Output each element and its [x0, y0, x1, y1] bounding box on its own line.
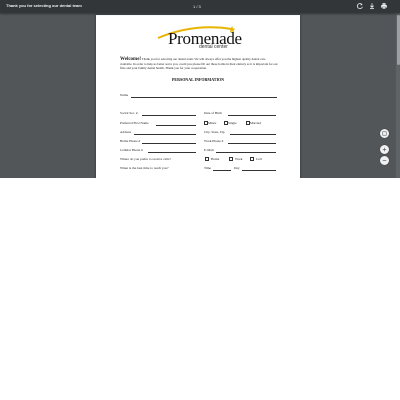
call-cell-checkbox[interactable] — [250, 157, 254, 161]
scrollbar-thumb[interactable] — [396, 15, 400, 65]
dob-field[interactable] — [228, 115, 276, 116]
zoom-in-button[interactable] — [380, 145, 389, 154]
married-label: Married — [250, 121, 261, 125]
welcome-text: Thank you for selecting our dental team.… — [120, 57, 278, 70]
scrollbar[interactable] — [396, 13, 400, 178]
fit-page-icon — [382, 131, 387, 136]
call-home-label: Home — [211, 157, 220, 161]
best-time-label: When is the best time to reach you? — [120, 166, 169, 170]
minor-label: Minor — [208, 121, 217, 125]
call-cell-label: Cell — [256, 157, 262, 161]
cell-phone-field[interactable] — [148, 152, 196, 153]
rotate-icon[interactable] — [356, 2, 364, 10]
prefer-call-label: Where do you prefer to receive calls? — [120, 157, 171, 161]
zoom-out-icon — [382, 160, 387, 161]
time-label: Time — [204, 166, 212, 170]
day-label: Day — [234, 166, 240, 170]
preferred-name-field[interactable] — [156, 125, 196, 126]
dob-label: Date of Birth — [204, 111, 222, 115]
zoom-out-button[interactable] — [380, 156, 389, 165]
city-state-zip-label: City, State, Zip — [204, 130, 225, 134]
call-work-label: Work — [235, 157, 243, 161]
single-checkbox[interactable] — [224, 121, 228, 125]
email-field[interactable] — [216, 152, 276, 153]
work-phone-label: Work Phone # — [204, 139, 224, 143]
practice-logo: Promenade dental center — [152, 25, 242, 51]
call-home-checkbox[interactable] — [205, 157, 209, 161]
day-field[interactable] — [242, 170, 276, 171]
download-icon[interactable] — [368, 2, 376, 10]
email-label: E-Mail — [204, 148, 214, 152]
work-phone-field[interactable] — [228, 143, 276, 144]
zoom-in-icon — [382, 147, 387, 152]
document-title: Thank you for selecting our dental team — [6, 3, 82, 8]
city-state-zip-field[interactable] — [230, 134, 276, 135]
single-label: Single — [228, 121, 237, 125]
name-label: Name — [120, 93, 129, 97]
pdf-viewer: Thank you for selecting our dental team … — [0, 0, 400, 178]
name-field[interactable] — [131, 97, 277, 98]
print-icon[interactable] — [380, 2, 388, 10]
home-phone-label: Home Phone # — [120, 139, 141, 143]
pdf-page: Promenade dental center Welcome! Thank y… — [96, 15, 300, 178]
section-title: PERSONAL INFORMATION — [171, 77, 225, 82]
preferred-name-label: Preferred First Name — [120, 121, 149, 125]
time-field[interactable] — [213, 170, 231, 171]
address-label: Address — [120, 130, 132, 134]
call-work-checkbox[interactable] — [229, 157, 233, 161]
fit-page-button[interactable] — [380, 129, 389, 138]
cell-phone-label: Cellular Phone # — [120, 148, 143, 152]
page-indicator[interactable]: 1 / 3 — [193, 4, 201, 9]
ssn-label: Social Sec. # — [120, 111, 138, 115]
welcome-paragraph: Welcome! Thank you for selecting our den… — [120, 57, 278, 70]
ssn-field[interactable] — [142, 115, 196, 116]
address-field[interactable] — [134, 134, 196, 135]
logo-subtitle: dental center — [199, 44, 228, 50]
pdf-toolbar: Thank you for selecting our dental team … — [0, 0, 400, 13]
minor-checkbox[interactable] — [204, 121, 208, 125]
married-checkbox[interactable] — [246, 121, 250, 125]
home-phone-field[interactable] — [142, 143, 196, 144]
